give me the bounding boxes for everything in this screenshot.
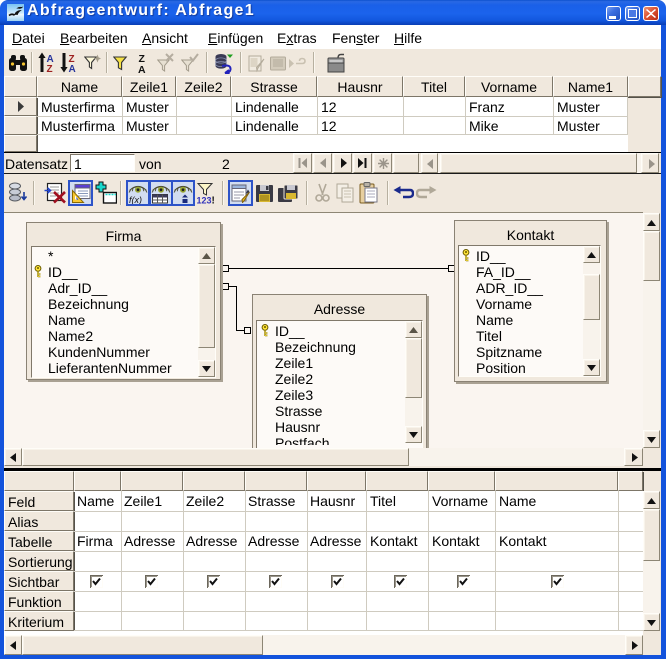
svg-text:f(x): f(x) xyxy=(129,195,142,204)
svg-text:A: A xyxy=(138,64,146,74)
svg-text:123: 123 xyxy=(197,196,212,206)
svg-text:Z: Z xyxy=(47,64,53,73)
svg-text:!: ! xyxy=(212,196,215,206)
svg-text:A: A xyxy=(69,64,76,73)
